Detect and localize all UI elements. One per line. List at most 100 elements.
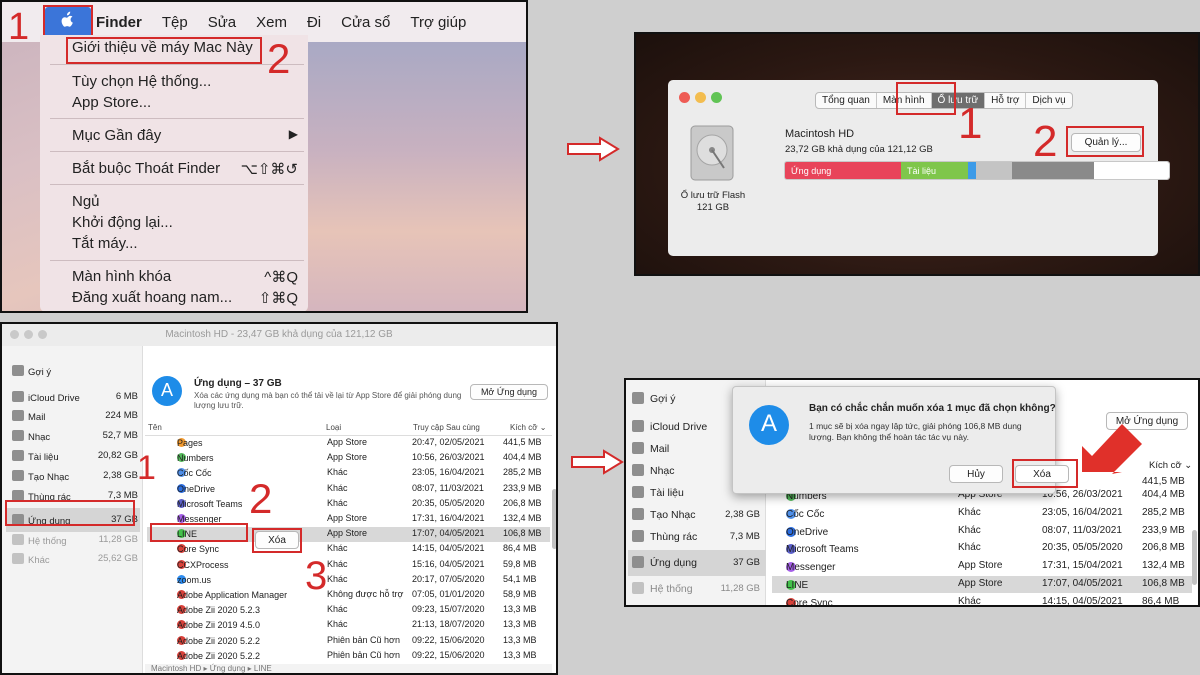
highlight-applications [5, 500, 135, 526]
tab-overview[interactable]: Tổng quan [816, 93, 877, 108]
app-kind: App Store [958, 560, 1003, 572]
app-kind: Phiên bản Cũ hơn [327, 634, 400, 645]
menu-item-lock[interactable]: Màn hình khóa [72, 268, 171, 285]
table-row[interactable]: Core Sync Khác 14:15, 04/05/2021 86,4 MB [772, 594, 1192, 607]
menu-item-recent[interactable]: Mục Gần đây [72, 127, 161, 144]
app-size: 285,2 MB [1142, 506, 1185, 518]
app-last-accessed: 17:31, 15/04/2021 [1042, 560, 1123, 572]
menubar-go[interactable]: Đi [307, 14, 321, 31]
menubar-help[interactable]: Trợ giúp [410, 14, 466, 31]
minimize-icon[interactable] [695, 92, 706, 103]
step1-panel: Finder Tệp Sửa Xem Đi Cửa sổ Trợ giúp 1 … [0, 0, 528, 313]
app-size: 86,4 MB [503, 543, 537, 554]
step-number-1: 1 [137, 449, 156, 487]
close-icon[interactable] [679, 92, 690, 103]
app-last-accessed: 17:07, 04/05/2021 [1042, 578, 1123, 589]
section-title: Ứng dụng – 37 GB [194, 378, 282, 389]
sidebar-item-system[interactable]: Hệ thống 11,28 GB [12, 534, 140, 550]
cancel-button[interactable]: Hủy [949, 465, 1003, 483]
table-row[interactable]: Core Sync Khác 14:15, 04/05/2021 86,4 MB [147, 542, 550, 557]
menu-item-logout[interactable]: Đăng xuất hoang nam... [72, 289, 232, 306]
table-row[interactable]: Pages App Store 20:47, 02/05/2021 441,5 MB [147, 436, 550, 451]
sidebar-item-other[interactable]: Khác 25,62 GB [12, 553, 140, 569]
app-size: 233,9 MB [503, 482, 542, 493]
app-last-accessed: 20:35, 05/05/2020 [412, 497, 485, 508]
app-kind: App Store [327, 452, 368, 463]
table-row[interactable]: Microsoft Teams Khác 20:35, 05/05/2020 206,… [772, 540, 1192, 557]
minimize-icon[interactable] [24, 330, 33, 339]
app-size: 132,4 MB [1142, 560, 1185, 572]
table-row[interactable]: Adobe Zii 2020 5.2.3 Khác 09:23, 15/07/202… [147, 603, 550, 618]
table-row[interactable]: Adobe Application Manager Không được hỗ t… [147, 588, 550, 603]
app-kind: App Store [958, 578, 1003, 589]
app-kind: Khác [958, 524, 981, 536]
menu-item-prefs[interactable]: Tùy chọn Hệ thống... [72, 73, 211, 90]
sidebar-item-mail[interactable]: Mail 224 MB [12, 410, 140, 426]
guitar-icon [632, 508, 644, 520]
table-row[interactable]: Adobe Zii 2020 5.2.2 Phiên bản Cũ hơn 09:2… [147, 649, 550, 664]
scrollbar[interactable] [552, 489, 556, 549]
zoom-icon[interactable] [711, 92, 722, 103]
column-kind[interactable]: Loại [326, 423, 341, 432]
open-applications-button[interactable]: Mở Ứng dụng [470, 384, 548, 400]
app-size: 206,8 MB [503, 497, 542, 508]
app-last-accessed: 08:07, 11/03/2021 [412, 482, 484, 493]
zoom-icon[interactable] [38, 330, 47, 339]
sidebar-item-music[interactable]: Nhạc 52,7 MB [12, 430, 140, 446]
table-row[interactable]: OneDrive Khác 08:07, 11/03/2021 233,9 MB [772, 523, 1192, 540]
sidebar-item-garageband[interactable]: Tạo Nhạc 2,38 GB [632, 508, 766, 526]
menu-item-restart[interactable]: Khởi động lại... [72, 214, 173, 231]
app-store-icon: A [749, 405, 789, 445]
sidebar-item-icloud[interactable]: iCloud Drive 6 MB [12, 391, 140, 407]
app-size: 132,4 MB [503, 513, 542, 523]
highlight-about-mac [66, 37, 262, 64]
table-row[interactable]: Adobe Zii 2019 4.5.0 Khác 21:13, 18/07/202… [147, 618, 550, 633]
table-row[interactable]: Messenger App Store 17:31, 15/04/2021 132,4… [772, 558, 1192, 575]
menu-item-appstore[interactable]: App Store... [72, 94, 151, 111]
table-row[interactable]: LINE App Store 17:07, 04/05/2021 106,8 MB [772, 576, 1192, 593]
bar-segment-free [1094, 162, 1169, 179]
menu-item-sleep[interactable]: Ngủ [72, 193, 100, 210]
scrollbar[interactable] [1192, 530, 1197, 585]
menubar-edit[interactable]: Sửa [208, 14, 236, 31]
table-row[interactable]: zoom.us Khác 20:17, 07/05/2020 54,1 MB [147, 573, 550, 588]
cloud-icon [632, 420, 644, 432]
column-size[interactable]: Kích cỡ ⌄ [510, 423, 546, 432]
close-icon[interactable] [10, 330, 19, 339]
app-size: 404,4 MB [503, 452, 542, 463]
sidebar-item-documents[interactable]: Tài liệu 20,82 GB [12, 450, 140, 466]
app-kind: Khác [958, 542, 981, 554]
sidebar-item-suggestions[interactable]: Gợi ý [12, 365, 140, 381]
menu-item-force-quit[interactable]: Bắt buộc Thoát Finder [72, 160, 220, 177]
app-store-icon: A [152, 376, 182, 406]
menu-item-shutdown[interactable]: Tắt máy... [72, 235, 138, 252]
menubar-window[interactable]: Cửa sổ [341, 14, 390, 31]
column-last-accessed[interactable]: Truy cập Sau cùng [413, 423, 480, 432]
table-row[interactable]: Cốc Cốc Khác 23:05, 16/04/2021 285,2 MB [147, 466, 550, 481]
menubar-view[interactable]: Xem [256, 14, 287, 31]
column-size[interactable]: Kích cỡ ⌄ [1149, 460, 1192, 471]
app-last-accessed: 20:17, 07/05/2020 [412, 573, 485, 584]
sidebar-item-system[interactable]: Hệ thống 11,28 GB [632, 582, 766, 600]
menubar-finder[interactable]: Finder [96, 14, 142, 31]
column-name[interactable]: Tên [148, 423, 162, 432]
table-row[interactable]: Microsoft Teams Khác 20:35, 05/05/2020 206,… [147, 497, 550, 512]
app-last-accessed: 14:15, 04/05/2021 [1042, 595, 1123, 607]
lightbulb-icon [632, 392, 644, 404]
menubar-file[interactable]: Tệp [162, 14, 188, 31]
table-row[interactable]: Adobe Zii 2020 5.2.2 Phiên bản Cũ hơn 09:2… [147, 634, 550, 649]
highlight-confirm-delete [1012, 459, 1078, 488]
app-last-accessed: 23:05, 16/04/2021 [412, 467, 485, 478]
sidebar-item-applications[interactable]: Ứng dụng 37 GB [628, 550, 766, 576]
app-size: 106,8 MB [1142, 578, 1185, 589]
tab-service[interactable]: Dịch vụ [1026, 93, 1071, 108]
sidebar-item-garageband[interactable]: Tạo Nhạc 2,38 GB [12, 470, 140, 486]
table-row[interactable]: Cốc Cốc Khác 23:05, 16/04/2021 285,2 MB [772, 505, 1192, 522]
sidebar-item-trash[interactable]: Thùng rác 7,3 MB [632, 530, 766, 548]
table-row[interactable]: CCXProcess Khác 15:16, 04/05/2021 59,8 MB [147, 558, 550, 573]
table-row[interactable]: Numbers App Store 10:56, 26/03/2021 404,4 M… [147, 451, 550, 466]
desktop-wallpaper [308, 42, 526, 311]
tab-support[interactable]: Hỗ trợ [985, 93, 1027, 108]
app-kind: Không được hỗ trợ [327, 589, 404, 599]
table-row[interactable]: OneDrive Khác 08:07, 11/03/2021 233,9 MB [147, 482, 550, 497]
